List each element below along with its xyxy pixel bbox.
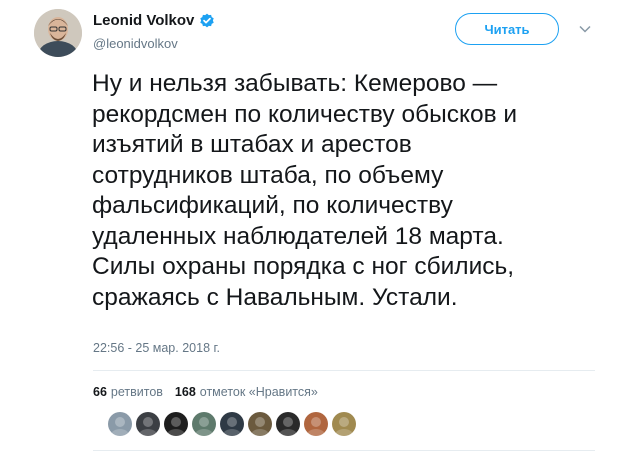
liker-avatar-8[interactable] [304,412,328,436]
author-avatar-image [34,9,82,57]
likes-label: отметок «Нравится» [199,385,318,399]
author-handle[interactable]: @leonidvolkov [93,36,178,51]
liker-avatar-7[interactable] [276,412,300,436]
tweet-timestamp[interactable]: 22:56 - 25 мар. 2018 г. [93,341,220,355]
author-name-row: Leonid Volkov [93,12,215,29]
verified-badge-icon [199,13,215,29]
follow-button[interactable]: Читать [455,13,559,45]
tweet-text: Ну и нельзя забывать: Кемерово — рекордс… [92,70,518,311]
retweets-label: ретвитов [110,385,163,399]
liker-avatar-3[interactable] [164,412,188,436]
liker-avatars [108,412,356,436]
liker-avatar-2[interactable] [136,412,160,436]
liker-avatar-4[interactable] [192,412,216,436]
liker-avatar-6[interactable] [248,412,272,436]
chevron-down-icon[interactable] [578,22,592,36]
retweets-count: 66 [93,385,107,399]
divider [93,370,595,371]
author-avatar[interactable] [34,9,82,57]
likes-count: 168 [174,385,196,399]
likes-stat[interactable]: 168 отметок «Нравится» [175,385,318,399]
tweet-stats: 66 ретвитов 168 отметок «Нравится» [93,385,318,399]
liker-avatar-1[interactable] [108,412,132,436]
divider [93,450,595,451]
liker-avatar-5[interactable] [220,412,244,436]
liker-avatar-9[interactable] [332,412,356,436]
author-name[interactable]: Leonid Volkov [93,12,194,29]
retweets-stat[interactable]: 66 ретвитов [93,385,163,399]
